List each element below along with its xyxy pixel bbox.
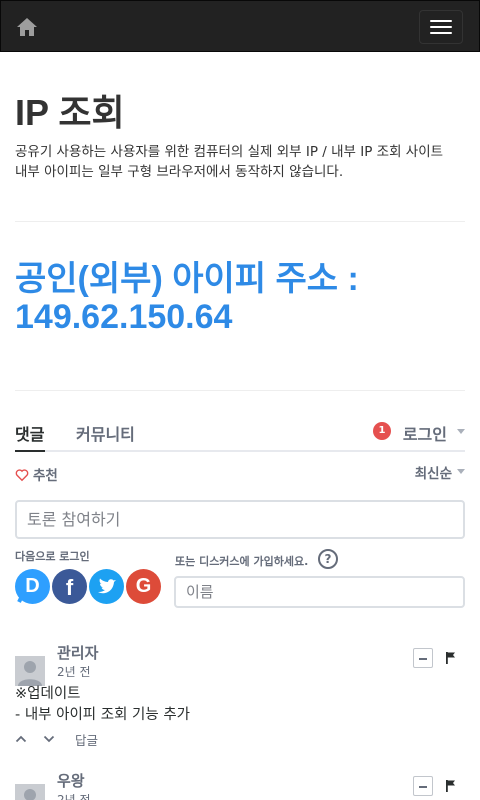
active-tab-indicator [15,450,45,452]
comment-time[interactable]: 2년 전 [57,663,91,680]
collapse-button[interactable] [413,648,433,668]
downvote-icon[interactable] [43,733,55,745]
comment-item: 우왕 2년 전 [15,770,465,800]
reply-button[interactable]: 답글 [75,730,98,749]
comment-line: - 내부 아이피 조회 기능 추가 [15,707,191,723]
name-input[interactable]: 이름 [174,576,465,608]
comment-author[interactable]: 관리자 [57,642,98,663]
avatar[interactable] [15,784,45,800]
sort-dropdown[interactable]: 최신순 [415,462,452,482]
chevron-down-icon [457,429,465,434]
flag-icon[interactable] [445,651,457,665]
login-button[interactable]: 로그인 [403,421,447,445]
twitter-icon [89,569,124,604]
tab-community[interactable]: 커뮤니티 [76,421,135,445]
user-avatar-icon [15,656,45,686]
disqus-letter: D [25,575,40,597]
home-button[interactable] [15,15,39,39]
chevron-down-icon [457,469,465,474]
help-icon[interactable]: ? [318,549,338,569]
description-line: 내부 아이피는 일부 구형 브라우저에서 동작하지 않습니다. [15,164,344,180]
home-icon [17,18,37,36]
flag-icon[interactable] [445,779,457,793]
disqus-tab-bar: 댓글 커뮤니티 1 로그인 [15,418,465,452]
notification-badge[interactable]: 1 [373,422,391,440]
navbar-toggle-button[interactable] [419,10,463,44]
hamburger-menu-icon [430,20,452,22]
comment-author[interactable]: 우왕 [57,770,85,791]
tab-comments[interactable]: 댓글 [15,421,44,445]
divider [15,390,465,391]
upvote-icon[interactable] [15,733,27,745]
page-title: IP 조회 [15,92,125,133]
top-navbar [0,0,480,52]
signup-label: 또는 디스커스에 가입하세요. [175,555,309,568]
user-avatar-icon [15,784,45,800]
comment-input[interactable]: 토론 참여하기 [15,500,465,539]
comment-line: ※업데이트 [15,686,81,702]
public-ip-heading: 공인(외부) 아이피 주소 : 149.62.150.64 [15,260,470,336]
google-login-button[interactable]: G [126,569,161,604]
facebook-login-button[interactable]: f [52,569,87,604]
recommend-button[interactable]: 추천 [15,464,58,484]
sort-label: 최신순 [414,466,452,482]
recommend-label: 추천 [33,468,58,484]
comment-body: ※업데이트 - 내부 아이피 조회 기능 추가 [15,684,455,726]
google-letter: G [135,575,152,597]
page-description: 공유기 사용하는 사용자를 위한 컴퓨터의 실제 외부 IP / 내부 IP 조… [15,142,465,182]
description-line: 공유기 사용하는 사용자를 위한 컴퓨터의 실제 외부 IP / 내부 IP 조… [15,144,444,160]
public-ip-label: 공인(외부) 아이피 주소 : [15,260,359,298]
comment-item: 관리자 2년 전 ※업데이트 - 내부 아이피 조회 기능 추가 답글 [15,642,465,762]
public-ip-value: 149.62.150.64 [15,298,233,336]
heart-icon [15,469,29,482]
divider [15,221,465,222]
facebook-letter: f [65,575,74,600]
twitter-login-button[interactable]: t [89,569,124,604]
avatar[interactable] [15,656,45,686]
hamburger-menu-icon [430,32,452,34]
hamburger-menu-icon [430,26,452,28]
comment-time[interactable]: 2년 전 [57,791,91,800]
login-with-label: 다음으로 로그인 [15,550,90,563]
collapse-button[interactable] [413,776,433,796]
disqus-login-button[interactable]: D [15,569,50,604]
